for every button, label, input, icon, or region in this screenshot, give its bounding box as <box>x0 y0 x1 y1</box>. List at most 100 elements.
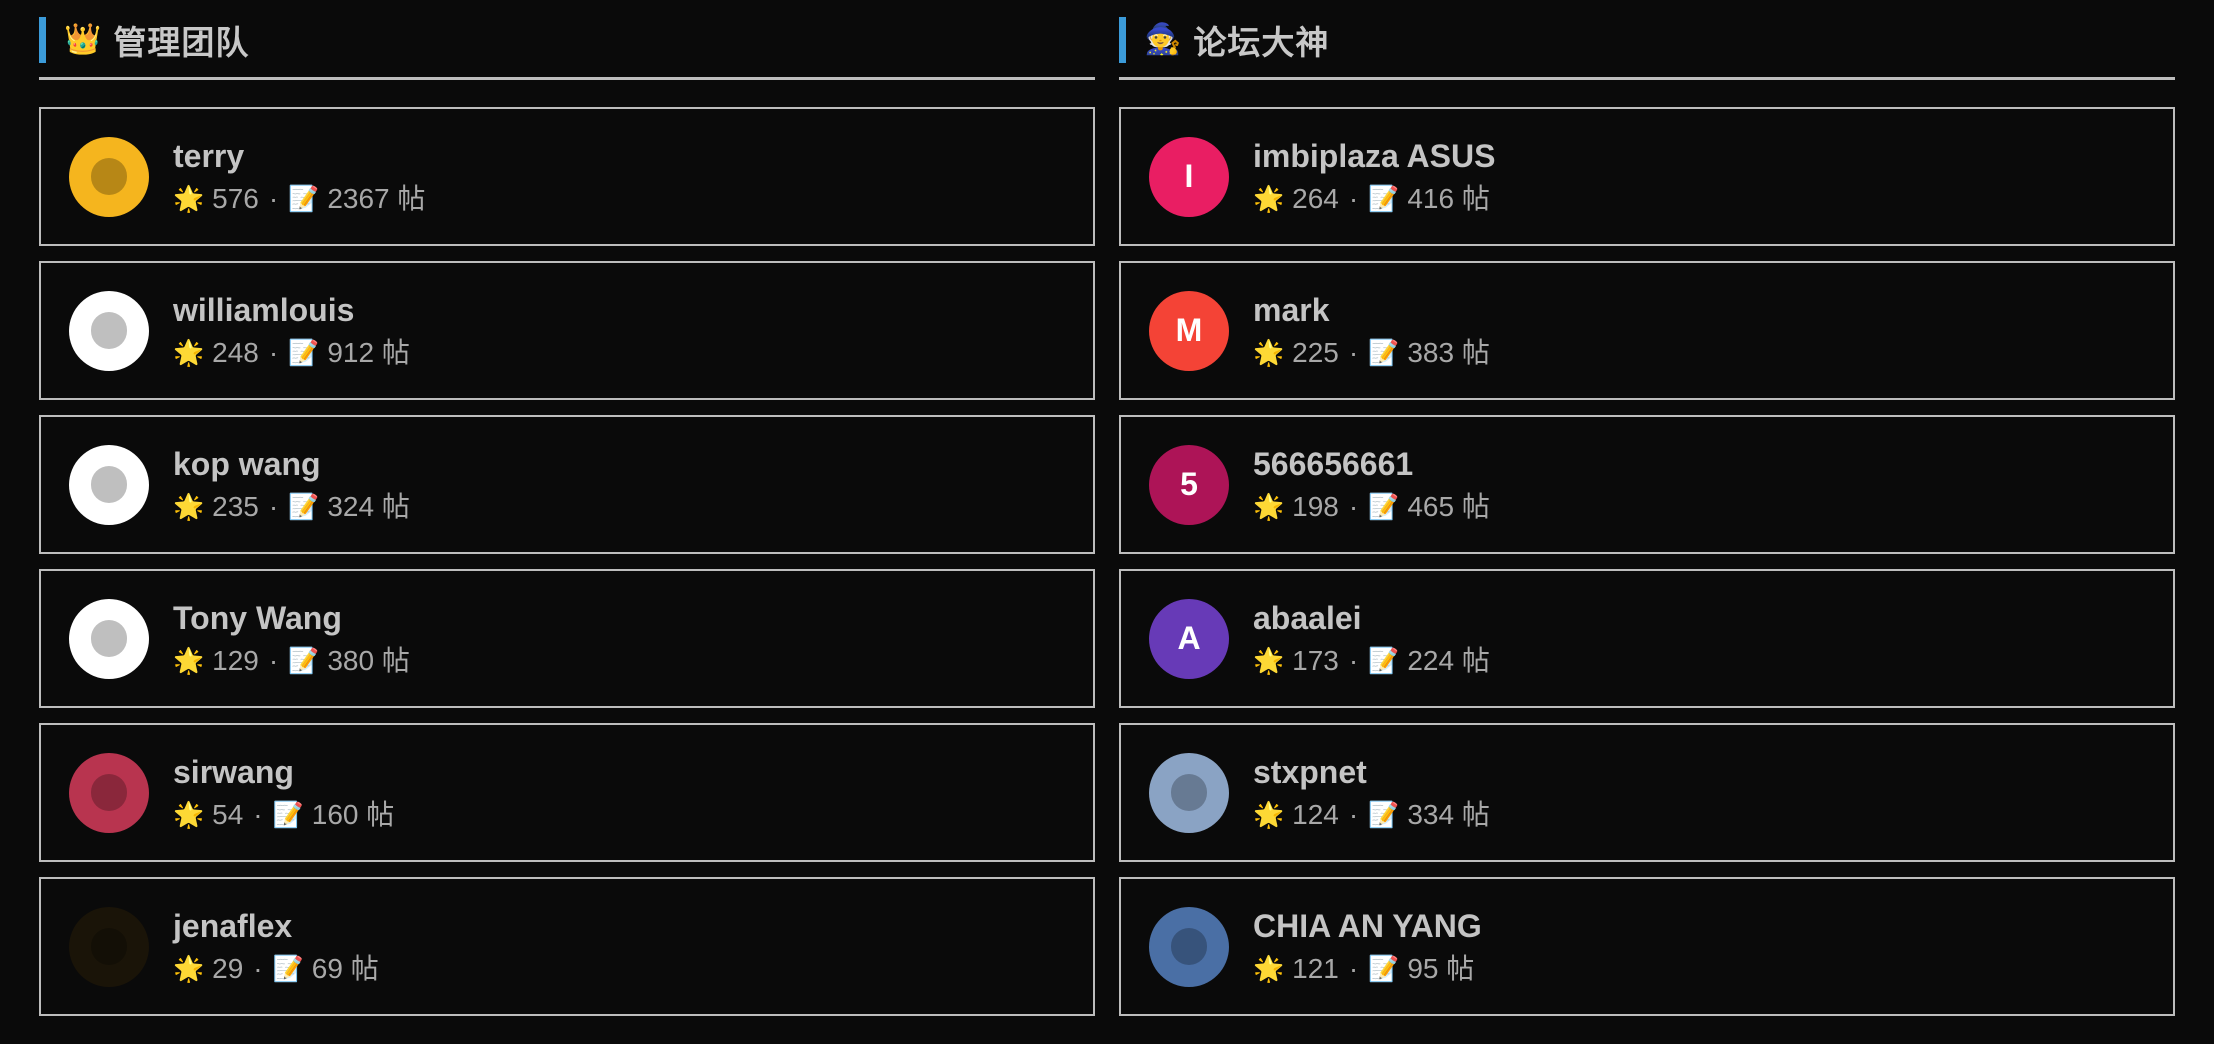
star-icon: 🌟 <box>173 491 205 521</box>
separator: · <box>268 644 279 676</box>
memo-icon: 📝 <box>1368 953 1400 983</box>
member-stats: 🌟 576 · 📝 2367 帖 <box>173 180 425 218</box>
star-icon: 🌟 <box>1253 799 1285 829</box>
memo-icon: 📝 <box>288 491 320 521</box>
star-icon: 🌟 <box>1253 645 1285 675</box>
star-count: 54 <box>212 798 244 830</box>
pink-sketch-avatar[interactable] <box>69 290 149 371</box>
divider <box>39 77 1095 80</box>
leaderboard: 👑 管理团队 terry 🌟 576 · 📝 2367 帖 williamlou… <box>0 0 2214 1044</box>
member-stats: 🌟 173 · 📝 224 帖 <box>1253 642 1490 680</box>
member-stats: 🌟 225 · 📝 383 帖 <box>1253 334 1490 372</box>
divider <box>1119 77 2175 80</box>
section-header: 🧙 论坛大神 <box>1119 17 2175 63</box>
member-name[interactable]: abaalei <box>1253 598 1490 638</box>
member-card[interactable]: Tony Wang 🌟 129 · 📝 380 帖 <box>39 569 1095 708</box>
separator: · <box>1348 952 1359 984</box>
member-name[interactable]: 566656661 <box>1253 444 1490 484</box>
separator: · <box>268 182 279 214</box>
star-icon: 🌟 <box>1253 337 1285 367</box>
post-count: 334 帖 <box>1407 798 1490 830</box>
section-title: 管理团队 <box>113 24 250 61</box>
avatar-letter: M <box>1175 312 1203 348</box>
child-photo-avatar[interactable] <box>1149 906 1229 987</box>
memo-icon: 📝 <box>288 337 320 367</box>
member-card[interactable]: I imbiplaza ASUS 🌟 264 · 📝 416 帖 <box>1119 107 2175 246</box>
post-count: 383 帖 <box>1407 336 1490 368</box>
sleeping-cartoon-avatar[interactable] <box>69 444 149 525</box>
star-icon: 🌟 <box>173 799 205 829</box>
wizard-icon: 🧙 <box>1144 22 1182 57</box>
star-count: 121 <box>1292 952 1339 984</box>
section-title: 论坛大神 <box>1193 24 1330 61</box>
member-stats: 🌟 235 · 📝 324 帖 <box>173 488 410 526</box>
star-count: 235 <box>212 490 259 522</box>
post-count: 912 帖 <box>327 336 410 368</box>
avatar[interactable]: M <box>1149 290 1229 371</box>
avatar[interactable]: 5 <box>1149 444 1229 525</box>
star-count: 198 <box>1292 490 1339 522</box>
post-count: 160 帖 <box>311 798 395 830</box>
separator: · <box>1348 644 1359 676</box>
section-header: 👑 管理团队 <box>39 17 1095 63</box>
memo-icon: 📝 <box>288 645 320 675</box>
member-card[interactable]: terry 🌟 576 · 📝 2367 帖 <box>39 107 1095 246</box>
gold-emblem-avatar[interactable] <box>69 906 149 987</box>
post-count: 95 帖 <box>1407 952 1475 984</box>
star-count: 29 <box>212 952 244 984</box>
star-icon: 🌟 <box>1253 183 1285 213</box>
post-count: 324 帖 <box>327 490 410 522</box>
column-forum-masters: 🧙 论坛大神 I imbiplaza ASUS 🌟 264 · 📝 416 帖 … <box>1119 17 2175 1031</box>
separator: · <box>1348 490 1359 522</box>
member-name[interactable]: Tony Wang <box>173 598 410 638</box>
star-icon: 🌟 <box>173 953 205 983</box>
member-name[interactable]: mark <box>1253 290 1490 330</box>
star-count: 124 <box>1292 798 1339 830</box>
avatar-letter: 5 <box>1180 466 1198 502</box>
member-card[interactable]: sirwang 🌟 54 · 📝 160 帖 <box>39 723 1095 862</box>
post-count: 380 帖 <box>327 644 410 676</box>
separator: · <box>253 798 263 830</box>
star-icon: 🌟 <box>173 645 205 675</box>
separator: · <box>1348 182 1359 214</box>
post-count: 69 帖 <box>311 952 379 984</box>
member-card[interactable]: stxpnet 🌟 124 · 📝 334 帖 <box>1119 723 2175 862</box>
memo-icon: 📝 <box>1368 183 1400 213</box>
avatar[interactable]: I <box>1149 136 1229 217</box>
post-count: 416 帖 <box>1407 182 1490 214</box>
beast-head-avatar[interactable] <box>69 752 149 833</box>
avatar-figure <box>90 312 128 349</box>
member-stats: 🌟 121 · 📝 95 帖 <box>1253 950 1482 988</box>
star-count: 248 <box>212 336 259 368</box>
memo-icon: 📝 <box>272 799 304 829</box>
member-card[interactable]: jenaflex 🌟 29 · 📝 69 帖 <box>39 877 1095 1016</box>
member-card[interactable]: williamlouis 🌟 248 · 📝 912 帖 <box>39 261 1095 400</box>
member-list: terry 🌟 576 · 📝 2367 帖 williamlouis 🌟 24… <box>39 107 1095 1016</box>
avatar-figure <box>90 620 128 657</box>
member-stats: 🌟 129 · 📝 380 帖 <box>173 642 410 680</box>
member-card[interactable]: M mark 🌟 225 · 📝 383 帖 <box>1119 261 2175 400</box>
member-card[interactable]: CHIA AN YANG 🌟 121 · 📝 95 帖 <box>1119 877 2175 1016</box>
post-count: 2367 帖 <box>327 182 426 214</box>
member-name[interactable]: sirwang <box>173 752 394 792</box>
star-icon: 🌟 <box>1253 953 1285 983</box>
member-name[interactable]: kop wang <box>173 444 410 484</box>
star-icon: 🌟 <box>173 337 205 367</box>
member-name[interactable]: terry <box>173 136 425 176</box>
member-stats: 🌟 198 · 📝 465 帖 <box>1253 488 1490 526</box>
cartoon-man-glasses-avatar[interactable] <box>69 598 149 679</box>
member-card[interactable]: A abaalei 🌟 173 · 📝 224 帖 <box>1119 569 2175 708</box>
avatar-letter: A <box>1177 620 1201 656</box>
member-name[interactable]: imbiplaza ASUS <box>1253 136 1495 176</box>
member-card[interactable]: kop wang 🌟 235 · 📝 324 帖 <box>39 415 1095 554</box>
motorcycle-rider-avatar[interactable] <box>69 136 149 217</box>
avatar[interactable]: A <box>1149 598 1229 679</box>
man-photo-avatar[interactable] <box>1149 752 1229 833</box>
member-name[interactable]: stxpnet <box>1253 752 1490 792</box>
member-name[interactable]: jenaflex <box>173 906 379 946</box>
member-name[interactable]: williamlouis <box>173 290 410 330</box>
member-card[interactable]: 5 566656661 🌟 198 · 📝 465 帖 <box>1119 415 2175 554</box>
memo-icon: 📝 <box>1368 645 1400 675</box>
memo-icon: 📝 <box>1368 491 1400 521</box>
member-name[interactable]: CHIA AN YANG <box>1253 906 1482 946</box>
